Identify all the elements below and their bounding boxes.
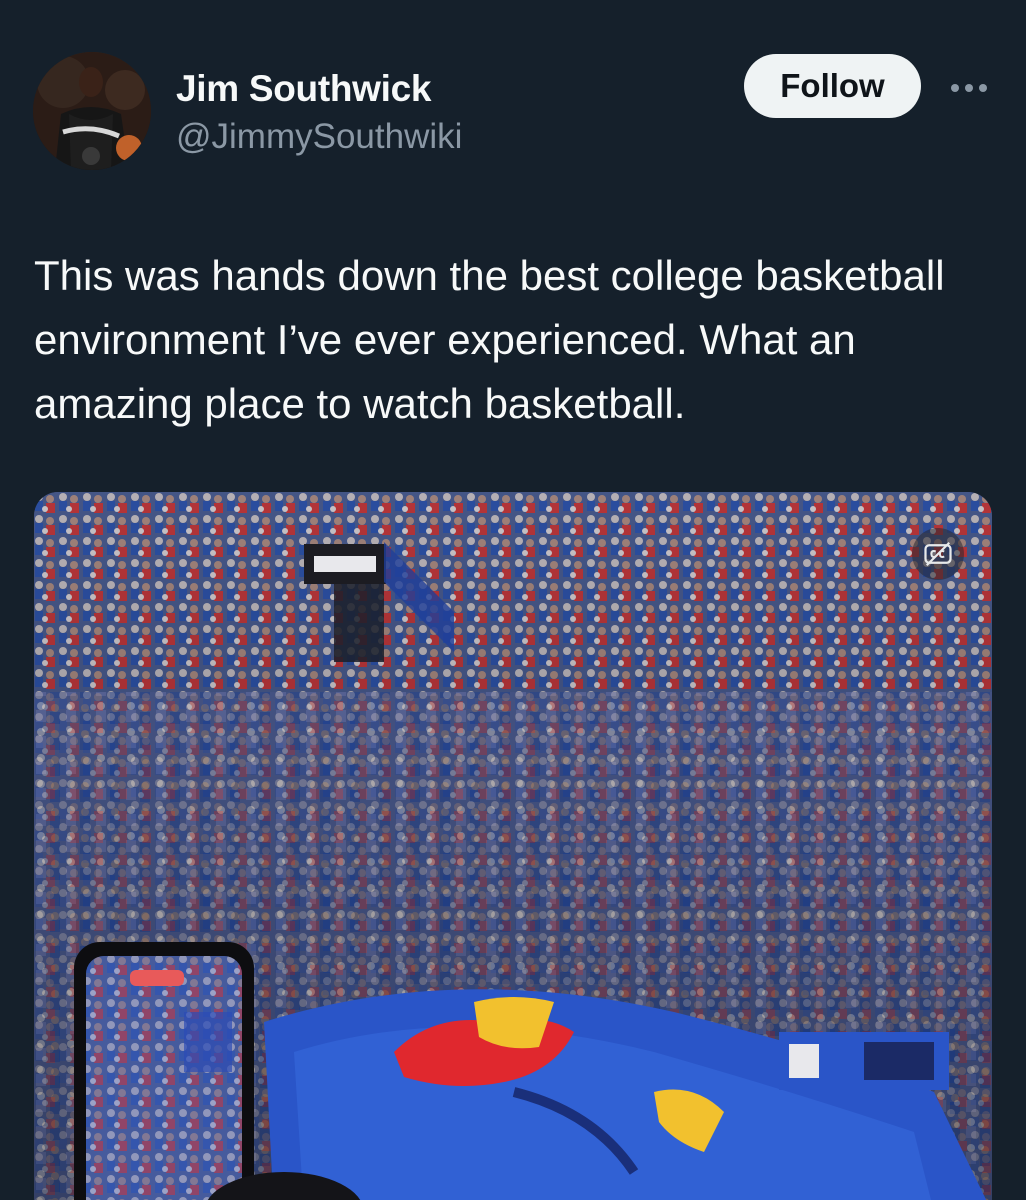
more-options-icon[interactable] xyxy=(944,70,994,106)
closed-captions-icon[interactable] xyxy=(912,528,964,580)
author-handle[interactable]: @JimmySouthwiki xyxy=(176,117,462,157)
tweet-card: Jim Southwick @JimmySouthwiki Follow Thi… xyxy=(0,0,1026,1200)
avatar-image xyxy=(33,52,151,170)
captions-glyph xyxy=(924,541,952,567)
more-dot xyxy=(951,84,959,92)
more-dot xyxy=(979,84,987,92)
author-avatar[interactable] xyxy=(33,52,151,170)
more-dot xyxy=(965,84,973,92)
video-frame xyxy=(34,492,992,1200)
tweet-text: This was hands down the best college bas… xyxy=(34,252,945,427)
author-name[interactable]: Jim Southwick xyxy=(176,68,431,110)
follow-button[interactable]: Follow xyxy=(744,54,921,118)
tweet-video[interactable] xyxy=(34,492,992,1200)
